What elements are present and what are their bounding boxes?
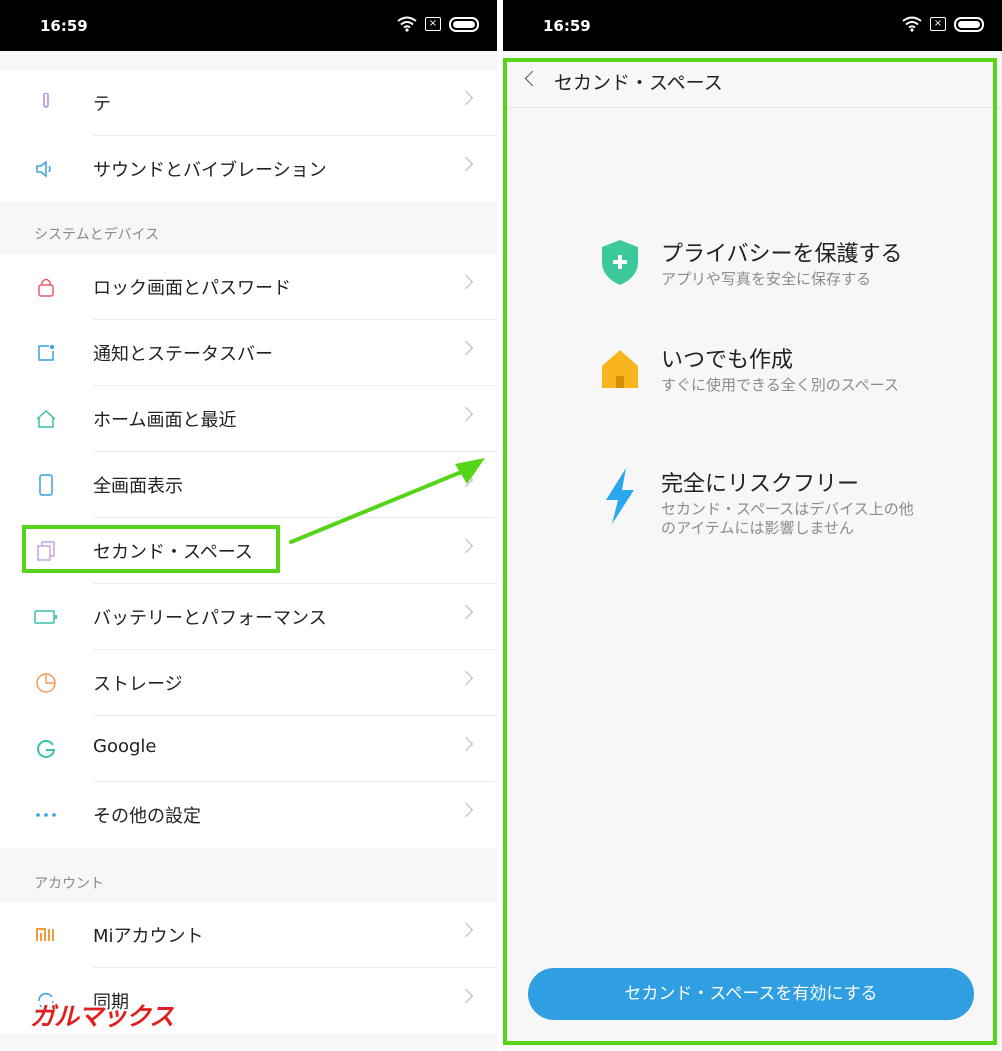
section-header-system: システムとデバイス bbox=[34, 227, 160, 243]
section-header-account: アカウント bbox=[34, 876, 104, 892]
watermark-logo: ガルマックス bbox=[30, 1002, 174, 1031]
more-dots-icon bbox=[34, 803, 58, 827]
settings-list: テ サウンドとバイブレーション システムとデバイス ロック画面とパスワード 通知… bbox=[0, 70, 497, 1051]
settings-item-label: ホーム画面と最近 bbox=[93, 410, 237, 431]
no-sim-icon: × bbox=[930, 17, 946, 31]
chevron-right-icon bbox=[458, 988, 474, 1004]
settings-item-label: ストレージ bbox=[93, 674, 183, 695]
settings-item-lock[interactable]: ロック画面とパスワード bbox=[0, 254, 497, 320]
chevron-right-icon bbox=[458, 156, 474, 172]
storage-pie-icon bbox=[34, 671, 58, 695]
status-time: 16:59 bbox=[40, 17, 88, 35]
settings-item-label: テ bbox=[93, 94, 111, 115]
highlight-box-second-space bbox=[22, 525, 280, 573]
settings-item-battery[interactable]: バッテリーとパフォーマンス bbox=[0, 584, 497, 650]
settings-item-label: Miアカウント bbox=[93, 926, 204, 947]
chevron-right-icon bbox=[458, 406, 474, 422]
highlight-box-right bbox=[503, 58, 997, 1045]
settings-item-home-screen[interactable]: ホーム画面と最近 bbox=[0, 386, 497, 452]
chevron-right-icon bbox=[458, 802, 474, 818]
lock-icon bbox=[34, 275, 58, 299]
speaker-icon bbox=[34, 157, 58, 181]
battery-status-icon bbox=[449, 16, 479, 32]
chevron-right-icon bbox=[458, 340, 474, 356]
chevron-right-icon bbox=[458, 736, 474, 752]
google-icon bbox=[34, 737, 58, 761]
settings-item-storage[interactable]: ストレージ bbox=[0, 650, 497, 716]
settings-item-label: ロック画面とパスワード bbox=[93, 278, 291, 299]
settings-item-label: 通知とステータスバー bbox=[93, 344, 273, 365]
settings-item-sound[interactable]: サウンドとバイブレーション bbox=[0, 136, 497, 202]
chevron-right-icon bbox=[458, 604, 474, 620]
chevron-right-icon bbox=[458, 274, 474, 290]
settings-item-label: バッテリーとパフォーマンス bbox=[93, 608, 327, 629]
home-icon bbox=[34, 407, 58, 431]
settings-item-label: Google bbox=[93, 736, 157, 757]
settings-item-more[interactable]: その他の設定 bbox=[0, 782, 497, 848]
settings-item-label: 全画面表示 bbox=[93, 476, 183, 497]
pointer-arrow bbox=[289, 458, 485, 544]
no-sim-icon: × bbox=[425, 17, 441, 31]
status-bar: 16:59 × bbox=[503, 0, 1002, 51]
chevron-right-icon bbox=[458, 90, 474, 106]
settings-item-mi-account[interactable]: Miアカウント bbox=[0, 902, 497, 968]
mi-icon bbox=[34, 923, 58, 947]
status-time: 16:59 bbox=[543, 17, 591, 35]
settings-item-label: サウンドとバイブレーション bbox=[93, 160, 327, 181]
settings-item-notifications[interactable]: 通知とステータスバー bbox=[0, 320, 497, 386]
wifi-icon bbox=[902, 16, 922, 32]
battery-status-icon bbox=[954, 16, 984, 32]
settings-item-theme[interactable]: テ bbox=[0, 70, 497, 136]
theme-icon bbox=[34, 91, 58, 115]
notification-icon bbox=[34, 341, 58, 365]
chevron-right-icon bbox=[458, 922, 474, 938]
status-bar: 16:59 × bbox=[0, 0, 497, 51]
settings-item-google[interactable]: Google bbox=[0, 716, 497, 782]
phone-icon bbox=[34, 473, 58, 497]
battery-icon bbox=[34, 605, 58, 629]
settings-item-label: その他の設定 bbox=[93, 806, 201, 827]
wifi-icon bbox=[397, 16, 417, 32]
chevron-right-icon bbox=[458, 670, 474, 686]
